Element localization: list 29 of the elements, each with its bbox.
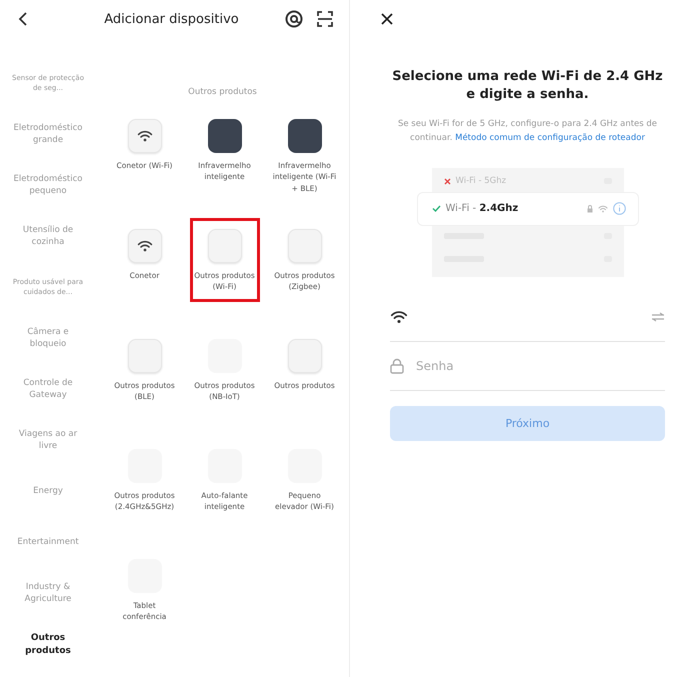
cross-icon <box>444 178 450 185</box>
device-icon <box>288 229 322 263</box>
password-field[interactable]: Senha <box>416 358 665 373</box>
wifi-signal-icon <box>598 204 608 213</box>
info-icon <box>612 202 626 216</box>
setup-instructions: Se seu Wi-Fi for de 5 GHz, configure-o para 2.4 GHz antes de continuar. Método comum de configuração de roteador <box>396 118 658 145</box>
device-icon <box>288 119 322 153</box>
back-icon[interactable] <box>18 11 28 27</box>
lock-icon <box>390 358 404 374</box>
device-icon <box>208 119 242 153</box>
wifi-icon <box>390 310 408 324</box>
switch-arrows-icon[interactable] <box>651 312 665 322</box>
device-icon <box>208 229 242 263</box>
category-item[interactable]: Outros produtos <box>0 619 96 670</box>
device-icon <box>288 339 322 373</box>
lock-icon <box>586 204 592 213</box>
network-name: Wi-Fi - 5Ghz <box>456 176 508 186</box>
section-title: Outros produtos <box>188 87 257 97</box>
wifi-icon <box>136 130 152 142</box>
router-setup-link[interactable]: Método comum de configuração de roteador <box>455 132 645 143</box>
check-icon <box>432 205 440 212</box>
close-icon[interactable] <box>380 12 394 26</box>
page-title: Adicionar dispositivo <box>103 12 240 26</box>
scan-icon[interactable] <box>317 11 333 27</box>
wifi-icon <box>136 240 152 252</box>
setup-title: Selecione uma rede Wi-Fi de 2.4 GHz e digite a senha. <box>391 68 664 104</box>
network-name: Wi-Fi - 2.4Ghz <box>446 203 520 214</box>
device-icon <box>128 339 162 373</box>
at-sign-icon[interactable] <box>285 10 303 28</box>
